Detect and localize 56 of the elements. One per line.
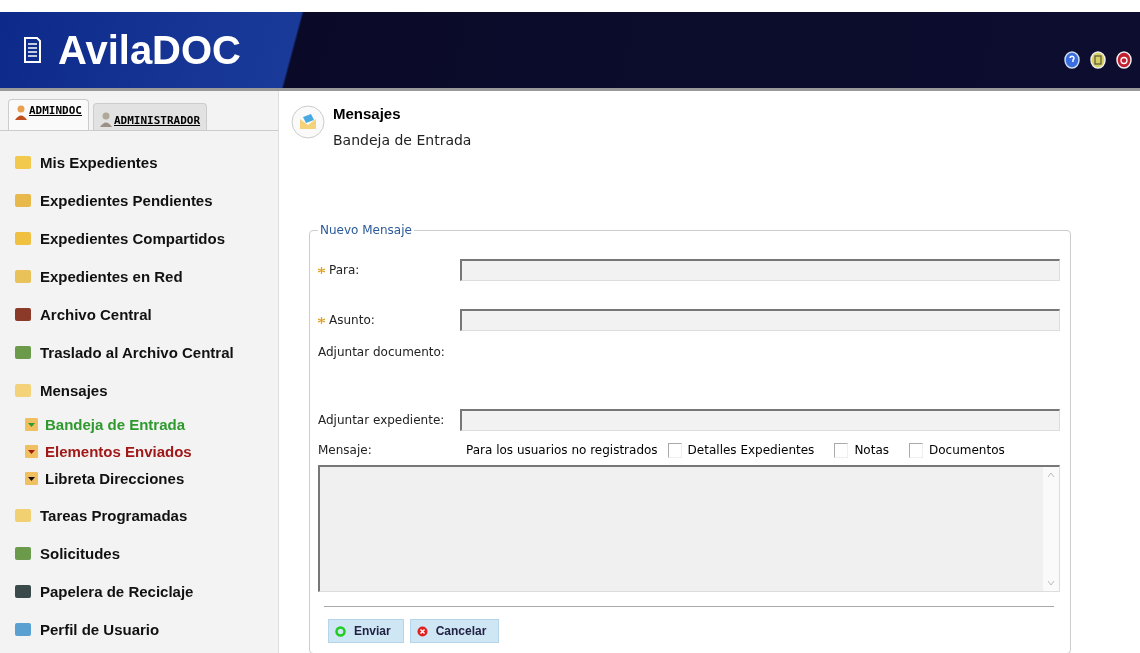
- message-textarea[interactable]: [318, 465, 1060, 592]
- checkbox-label: Notas: [854, 443, 889, 457]
- folder-icon: [14, 229, 32, 247]
- user-icon: [100, 111, 112, 127]
- document-icon[interactable]: [1090, 51, 1106, 69]
- checkbox[interactable]: [834, 442, 849, 458]
- app-logo: AvilaDOC: [58, 27, 241, 73]
- inbox-icon: [24, 417, 39, 432]
- checkbox[interactable]: [667, 442, 682, 458]
- send-button[interactable]: Enviar: [328, 619, 404, 643]
- close-icon: [416, 625, 428, 637]
- outbox-icon: [24, 444, 39, 459]
- folder-icon: [14, 191, 32, 209]
- checkbox-label: Detalles Expedientes: [687, 443, 815, 457]
- scroll-down-icon[interactable]: [1046, 579, 1056, 587]
- folder-icon: [14, 153, 32, 171]
- scrollbar[interactable]: [1043, 467, 1059, 591]
- menu-item[interactable]: Perfil de Usuario: [14, 610, 278, 648]
- menu-item[interactable]: Expedientes en Red: [14, 257, 278, 295]
- field-label: Mensaje:: [318, 443, 373, 457]
- power-icon[interactable]: [1116, 51, 1132, 69]
- field-label: Para:: [329, 263, 360, 277]
- cancel-button[interactable]: Cancelar: [409, 619, 500, 643]
- address-book-icon: [24, 471, 39, 486]
- menu-item[interactable]: Papelera de Reciclaje: [14, 572, 278, 610]
- field-label: Adjuntar documento:: [318, 345, 445, 359]
- checkbox[interactable]: [909, 442, 923, 458]
- submenu-item[interactable]: Libreta Direcciones: [24, 465, 278, 492]
- help-icon[interactable]: [1064, 51, 1080, 69]
- user-tab[interactable]: ADMINISTRADOR: [93, 103, 208, 130]
- input-field[interactable]: [460, 259, 1060, 281]
- field-label: Adjuntar expediente:: [318, 413, 445, 427]
- user-tab[interactable]: ADMINDOC: [8, 99, 89, 130]
- menu-item[interactable]: Mis Expedientes: [14, 143, 278, 181]
- page-title: Mensajes: [333, 105, 402, 122]
- menu-item[interactable]: Traslado al Archivo Central: [14, 333, 278, 371]
- circle-icon: [335, 625, 346, 637]
- field-label: Asunto:: [329, 313, 375, 327]
- folder-icon: [14, 506, 32, 524]
- menu-item[interactable]: Expedientes Pendientes: [14, 181, 278, 219]
- form-legend: Nuevo Mensaje: [318, 223, 414, 237]
- option-caption: Para los usuarios no registrados: [466, 443, 658, 457]
- scroll-up-icon[interactable]: [1046, 471, 1056, 479]
- submenu-item[interactable]: Elementos Enviados: [24, 438, 278, 465]
- menu-item[interactable]: Expedientes Compartidos: [14, 219, 278, 257]
- menu-item[interactable]: Mensajes: [14, 371, 278, 409]
- document-icon: [22, 36, 42, 64]
- folder-icon: [14, 267, 32, 285]
- user-icon: [15, 104, 27, 120]
- checkbox-label: Documentos: [929, 443, 1005, 457]
- menu-item[interactable]: Solicitudes: [14, 534, 278, 572]
- input-field[interactable]: [460, 409, 1060, 431]
- menu-item[interactable]: Tareas Programadas: [14, 496, 278, 534]
- page-subtitle: Bandeja de Entrada: [333, 132, 472, 148]
- menu-item[interactable]: Archivo Central: [14, 295, 278, 333]
- input-field[interactable]: [460, 309, 1060, 331]
